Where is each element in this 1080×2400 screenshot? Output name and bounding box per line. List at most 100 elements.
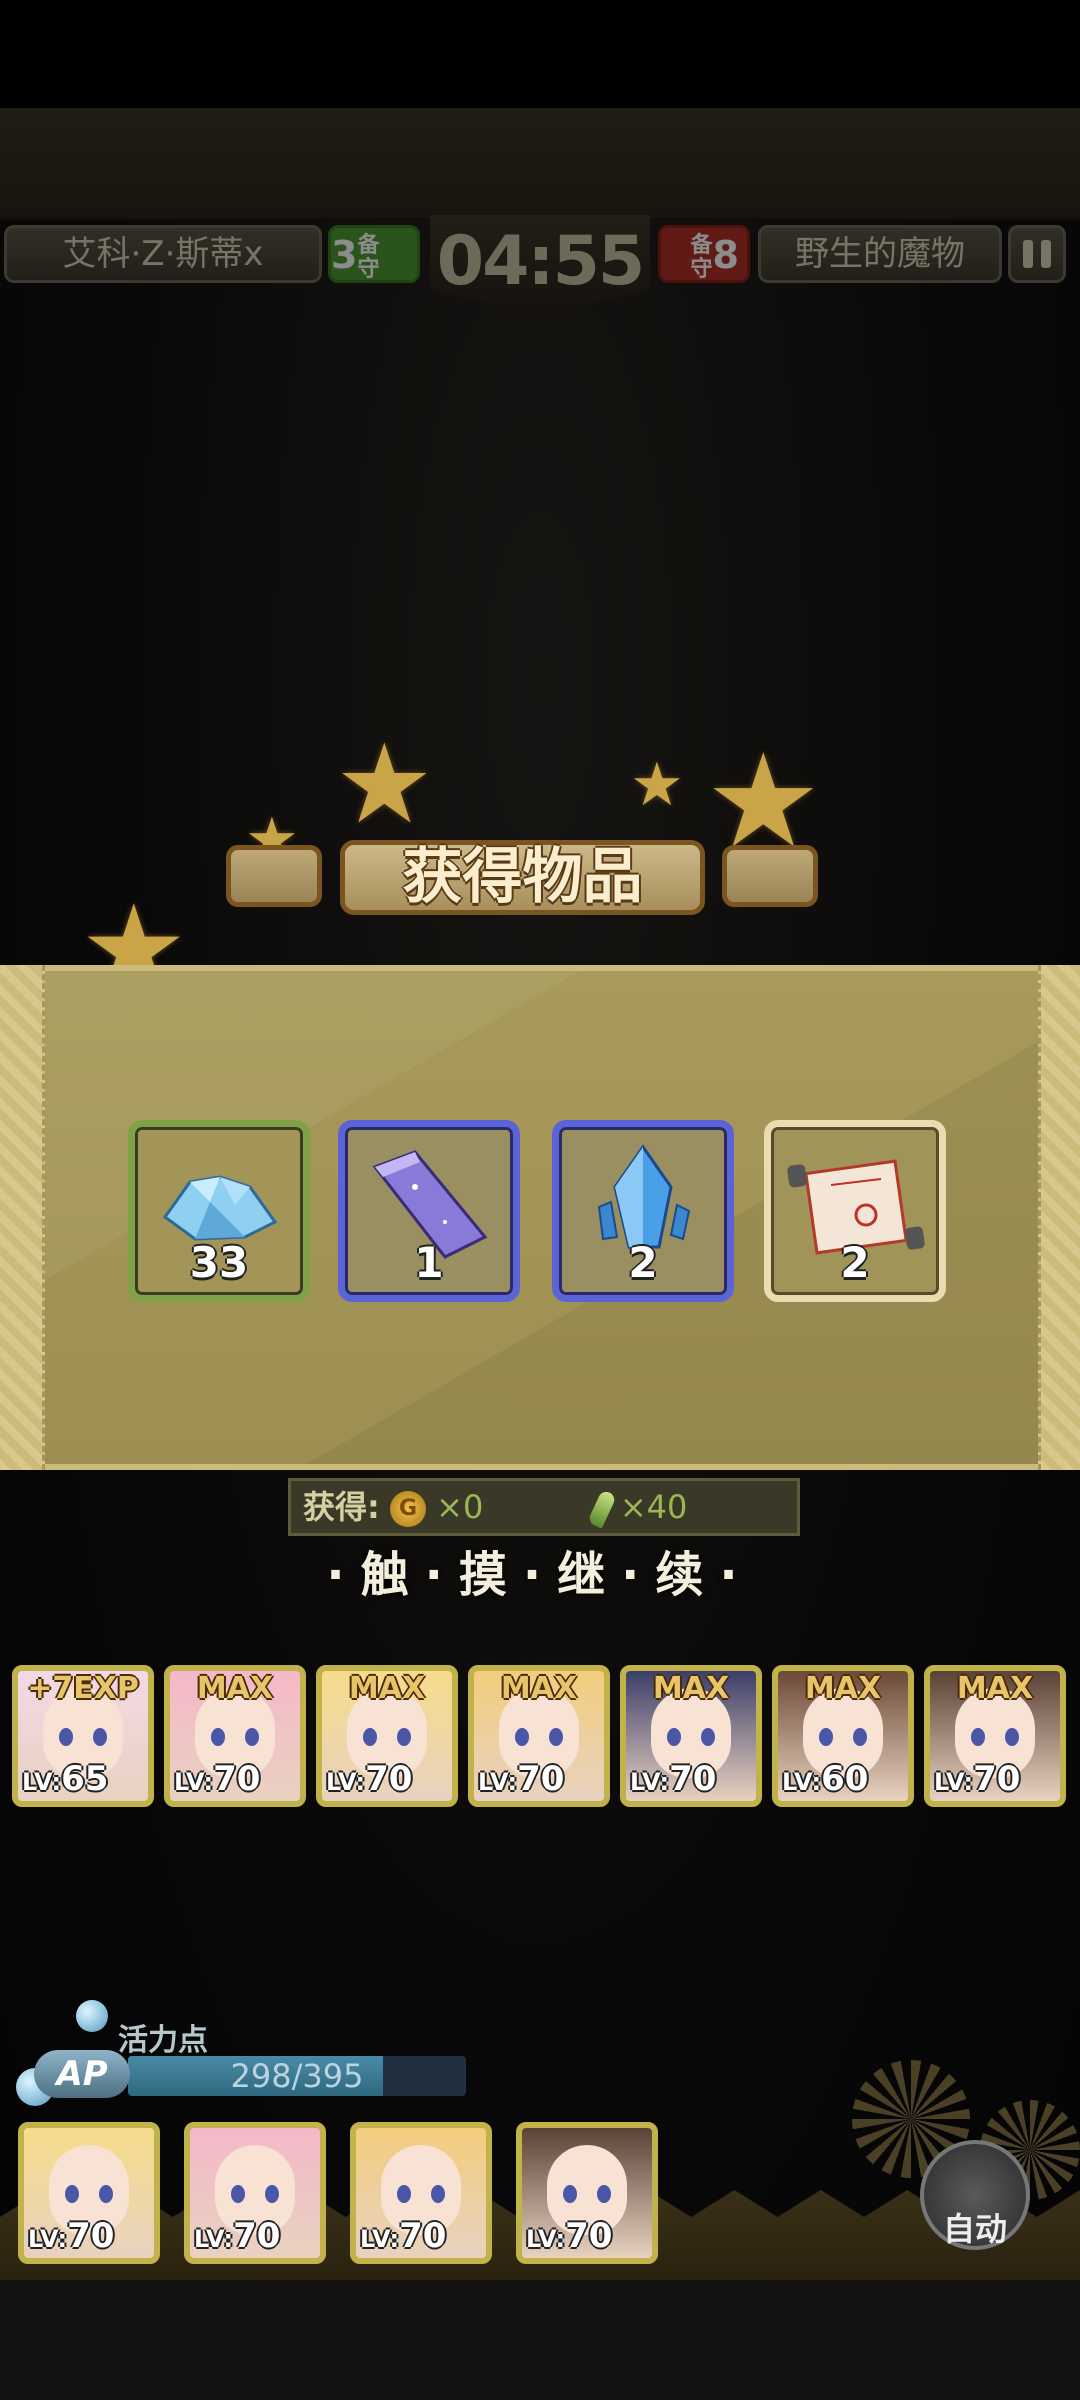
- portrait-level: LV:70: [326, 1759, 412, 1799]
- level-prefix: LV:: [630, 1768, 670, 1796]
- star-icon: ★: [630, 750, 684, 820]
- eye: [563, 2185, 577, 2204]
- eye: [99, 2185, 113, 2204]
- eye: [59, 1728, 73, 1747]
- panel-right-edge: [1038, 965, 1080, 1470]
- eye: [971, 1728, 985, 1747]
- eye: [597, 2185, 611, 2204]
- level-value: 70: [399, 2216, 447, 2256]
- reward-item-count: 2: [628, 1238, 658, 1287]
- reward-item-scroll[interactable]: 2: [764, 1120, 946, 1302]
- portrait-badge: MAX: [652, 1671, 730, 1706]
- portrait-badge: MAX: [804, 1671, 882, 1706]
- eye: [515, 1728, 529, 1747]
- level-value: 70: [365, 1759, 413, 1799]
- level-prefix: LV:: [782, 1768, 822, 1796]
- eye: [397, 1728, 411, 1747]
- eye: [265, 2185, 279, 2204]
- gold-coin-icon: G: [389, 1491, 426, 1527]
- reward-item-crystal-pile[interactable]: 33: [128, 1120, 310, 1302]
- eye: [245, 1728, 259, 1747]
- party-portrait[interactable]: MAX LV:70: [468, 1665, 610, 1807]
- status-bar-area: [0, 0, 1080, 108]
- eye: [397, 2185, 411, 2204]
- portrait-level: LV:70: [28, 2216, 114, 2256]
- level-prefix: LV:: [28, 2225, 68, 2253]
- portrait-level: LV:70: [174, 1759, 260, 1799]
- reward-item-count: 2: [840, 1238, 870, 1287]
- eye: [93, 1728, 107, 1747]
- level-prefix: LV:: [934, 1768, 974, 1796]
- auto-button[interactable]: 自动: [920, 2140, 1030, 2250]
- eye: [819, 1728, 833, 1747]
- portrait-level: LV:70: [194, 2216, 280, 2256]
- eye: [667, 1728, 681, 1747]
- title-left-plate: [226, 845, 322, 907]
- deck-portrait[interactable]: LV:70: [18, 2122, 160, 2264]
- level-prefix: LV:: [22, 1768, 62, 1796]
- portrait-level: LV:70: [478, 1759, 564, 1799]
- party-portrait[interactable]: +7EXP LV:65: [12, 1665, 154, 1807]
- gain-bar: 获得: G ×0 ×40: [288, 1478, 800, 1536]
- eye: [231, 2185, 245, 2204]
- reward-item-blue-crystal[interactable]: 2: [552, 1120, 734, 1302]
- eye: [211, 1728, 225, 1747]
- party-portrait[interactable]: MAX LV:70: [924, 1665, 1066, 1807]
- level-prefix: LV:: [360, 2225, 400, 2253]
- portrait-level: LV:70: [630, 1759, 716, 1799]
- level-prefix: LV:: [326, 1768, 366, 1796]
- ap-label: 活力点: [118, 2023, 208, 2058]
- gain-label: 获得:: [303, 1488, 380, 1526]
- star-icon: ★: [335, 720, 434, 848]
- auto-button-label: 自动: [942, 2210, 1007, 2248]
- portrait-badge: MAX: [956, 1671, 1034, 1706]
- deck-portrait[interactable]: LV:70: [516, 2122, 658, 2264]
- level-value: 65: [61, 1759, 109, 1799]
- level-prefix: LV:: [194, 2225, 234, 2253]
- party-portrait[interactable]: MAX LV:70: [316, 1665, 458, 1807]
- level-prefix: LV:: [174, 1768, 214, 1796]
- eye: [431, 2185, 445, 2204]
- reward-item-count: 1: [414, 1238, 444, 1287]
- level-prefix: LV:: [526, 2225, 566, 2253]
- bottom-base: [0, 2280, 1080, 2400]
- eye: [549, 1728, 563, 1747]
- level-value: 70: [517, 1759, 565, 1799]
- ap-value: 298/395: [230, 2057, 364, 2095]
- level-value: 70: [233, 2216, 281, 2256]
- eye: [1005, 1728, 1019, 1747]
- reward-item-count: 33: [189, 1238, 249, 1287]
- eye: [853, 1728, 867, 1747]
- deck-portrait[interactable]: LV:70: [350, 2122, 492, 2264]
- gold-amount: ×0: [436, 1488, 484, 1526]
- panel-left-edge: [0, 965, 45, 1470]
- reward-item-purple-bar[interactable]: 1: [338, 1120, 520, 1302]
- eye: [65, 2185, 79, 2204]
- portrait-level: LV:70: [526, 2216, 612, 2256]
- level-value: 70: [973, 1759, 1021, 1799]
- party-portrait[interactable]: MAX LV:70: [620, 1665, 762, 1807]
- deck-portrait[interactable]: LV:70: [184, 2122, 326, 2264]
- portrait-badge: MAX: [348, 1671, 426, 1706]
- portrait-badge: MAX: [196, 1671, 274, 1706]
- party-portrait[interactable]: MAX LV:60: [772, 1665, 914, 1807]
- eye: [701, 1728, 715, 1747]
- party-portrait[interactable]: MAX LV:70: [164, 1665, 306, 1807]
- leaf-icon: [586, 1489, 617, 1529]
- level-value: 70: [67, 2216, 115, 2256]
- eye: [363, 1728, 377, 1747]
- touch-to-continue[interactable]: ·触·摸·继·续·: [0, 1535, 1080, 1605]
- portrait-level: LV:70: [360, 2216, 446, 2256]
- ap-icon: AP: [34, 2050, 130, 2098]
- level-prefix: LV:: [478, 1768, 518, 1796]
- portrait-badge: +7EXP: [27, 1671, 139, 1706]
- level-value: 70: [213, 1759, 261, 1799]
- portrait-level: LV:65: [22, 1759, 108, 1799]
- reward-title: 获得物品: [340, 840, 705, 915]
- level-value: 70: [565, 2216, 613, 2256]
- portrait-level: LV:60: [782, 1759, 868, 1799]
- level-value: 70: [669, 1759, 717, 1799]
- level-value: 60: [821, 1759, 869, 1799]
- ap-bubble-icon: [76, 2000, 108, 2032]
- portrait-level: LV:70: [934, 1759, 1020, 1799]
